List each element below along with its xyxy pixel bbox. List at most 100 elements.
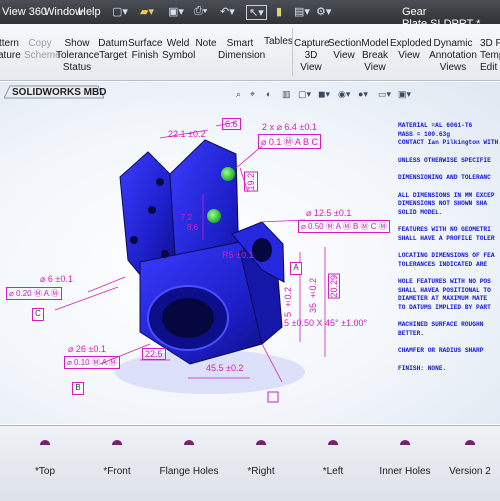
datum-b[interactable]: B xyxy=(72,382,84,395)
note-line: FEATURES WITH NO GEOMETRI xyxy=(398,226,491,233)
feature-control-frame[interactable]: ⌀ 0.10 Ⓜ A Ⓜ xyxy=(64,356,120,369)
open-folder-icon[interactable]: ▰▾ xyxy=(140,5,154,18)
tables-button[interactable]: Tables xyxy=(264,36,293,47)
view-inner-holes[interactable]: ⯊ Inner Holes xyxy=(375,426,435,501)
dimension-text[interactable]: ⌀ 6 ±0.1 xyxy=(40,274,73,285)
note-line: TO DATUMS IMPLIED BY PART xyxy=(398,303,491,311)
3d-pdf-template-editor-button[interactable]: 3D FTempEdit xyxy=(480,38,500,74)
note-line: MASS = 100.63g xyxy=(398,130,450,138)
note-line: DIAMETER AT MAXIMUM MATE xyxy=(398,295,488,302)
note-line: DIMENSIONS NOT SHOWN SHA xyxy=(398,200,488,207)
version-2-view-icon: ⯊ xyxy=(464,437,476,453)
datum-c[interactable]: C xyxy=(32,308,44,321)
dimension-text[interactable]: 22.1 ±0.2 xyxy=(168,129,205,139)
note-line: SHALL HAVE A PROFILE TOLER xyxy=(398,234,495,242)
note-line: BETTER. xyxy=(398,329,424,337)
show-tolerance-status-button[interactable]: Show Tolerance Status xyxy=(56,38,99,74)
general-notes[interactable]: MATERIAL =AL 6061-T6 MASS = 100.63g CONT… xyxy=(398,122,500,373)
view-label: *Front xyxy=(103,466,131,477)
feature-control-frame[interactable]: ⌀ 0.1 Ⓜ A B C xyxy=(258,134,321,149)
file-properties-icon[interactable]: ▤▾ xyxy=(294,5,310,18)
graphics-area[interactable]: SOLIDWORKS MBD ⌕ ⌖ ◐ ▥ ▢▾ ◼▾ ◉▾ ●▾ ▭▾ ▣▾ xyxy=(0,82,500,424)
highlighted-hole-lower[interactable] xyxy=(207,209,221,223)
save-icon[interactable]: ▣▾ xyxy=(168,5,184,18)
view-label: Flange Holes xyxy=(159,466,219,477)
view-label: *Top xyxy=(34,466,55,477)
feature-control-frame[interactable]: ⌀ 0.20 Ⓜ A Ⓜ xyxy=(6,287,62,300)
copy-scheme-button[interactable]: Copy Scheme xyxy=(24,38,61,62)
view-top[interactable]: ⯊ *Top xyxy=(15,426,75,501)
select-cursor-icon[interactable]: ↖▾ xyxy=(246,5,267,20)
note-line: SOLID MODEL. xyxy=(398,208,443,216)
note-line: UNLESS OTHERWISE SPECIFIE xyxy=(398,156,491,164)
feature-control-frame[interactable]: ⌀ 0.50 Ⓜ A Ⓜ B Ⓜ C Ⓜ xyxy=(298,220,390,233)
view-lock-icon xyxy=(267,391,279,403)
note-line: HOLE FEATURES WITH NO POS xyxy=(398,278,491,285)
right-view-icon: ⯊ xyxy=(255,437,267,453)
view-front[interactable]: ⯊ *Front xyxy=(87,426,147,501)
inner-holes-view-icon: ⯊ xyxy=(399,437,411,453)
dimension-text[interactable]: 45.5 ±0.2 xyxy=(206,363,243,373)
dimension-text[interactable]: 22.5 xyxy=(142,348,166,360)
dimension-text[interactable]: 5 ±0.50 X 45° ±1.00° xyxy=(284,318,367,328)
view-version-2[interactable]: ⯊ Version 2 xyxy=(440,426,500,501)
new-document-icon[interactable]: ▢▾ xyxy=(112,5,128,18)
note-line: DIMENSIONING AND TOLERANC xyxy=(398,174,491,181)
part-lug-hole[interactable] xyxy=(252,238,272,262)
surface-finish-button[interactable]: Surface Finish xyxy=(128,38,162,62)
dimension-text[interactable]: 7.2 xyxy=(181,213,192,222)
view-flange-holes[interactable]: ⯊ Flange Holes xyxy=(159,426,219,501)
front-view-icon: ⯊ xyxy=(111,437,123,453)
options-gear-icon[interactable]: ⚙▾ xyxy=(316,5,331,18)
smart-dimension-button[interactable]: Smart Dimension xyxy=(218,38,265,62)
note-line: FINISH: NONE. xyxy=(398,364,447,372)
dimension-text[interactable]: 19.2 xyxy=(244,172,258,192)
menu-view360[interactable]: View 360 xyxy=(2,6,47,18)
flange-hole[interactable] xyxy=(161,250,169,258)
flange-hole[interactable] xyxy=(156,178,164,186)
section-view-button[interactable]: Section View xyxy=(328,38,361,62)
view-label: *Right xyxy=(247,466,275,477)
note-line: LOCATING DIMENSIONS OF FEA xyxy=(398,252,495,259)
dimension-text[interactable]: 35 ±0.2 xyxy=(308,278,318,313)
capture-3d-view-button[interactable]: Capture 3D View xyxy=(294,38,330,74)
pattern-feature-button[interactable]: ttern ature xyxy=(0,38,21,62)
dimension-text[interactable]: ⌀ 12.5 ±0.1 xyxy=(306,208,351,219)
dimension-text[interactable]: 5 ±0.2 xyxy=(283,287,293,317)
note-line: CONTACT Ian Pilkington WITH A xyxy=(398,139,500,146)
menu-help[interactable]: Help xyxy=(78,6,101,18)
dimension-text[interactable]: 2 x ⌀ 6.4 ±0.1 xyxy=(262,122,317,133)
rebuild-icon[interactable]: ▮ xyxy=(276,5,282,18)
model-break-view-button[interactable]: Model Break View xyxy=(360,38,390,74)
note-line: SHALL HAVEA POSITIONAL TO xyxy=(398,286,491,294)
left-view-icon: ⯊ xyxy=(327,437,339,453)
highlighted-hole-upper[interactable] xyxy=(221,167,235,181)
dimension-text[interactable]: 20.29 xyxy=(328,274,340,299)
view-left[interactable]: ⯊ *Left xyxy=(303,426,363,501)
dimension-text[interactable]: 6.6 xyxy=(222,118,241,130)
weld-symbol-button[interactable]: Weld Symbol xyxy=(162,38,195,62)
ribbon-separator xyxy=(292,28,293,76)
view-right[interactable]: ⯊ *Right xyxy=(231,426,291,501)
note-line: CHAMFER OR RADIUS SHARP xyxy=(398,347,484,354)
note-button[interactable]: Note xyxy=(194,38,218,50)
datum-target-button[interactable]: Datum Target xyxy=(98,38,128,62)
dynamic-annotation-views-button[interactable]: Dynamic Annotation Views xyxy=(428,38,478,74)
exploded-view-button[interactable]: Exploded View xyxy=(390,38,432,62)
top-view-icon: ⯊ xyxy=(39,437,51,453)
datum-a[interactable]: A xyxy=(290,262,302,275)
flange-holes-view-icon: ⯊ xyxy=(183,437,195,453)
mbd-ribbon: ttern ature Copy Scheme Show Tolerance Statu… xyxy=(0,24,500,81)
view-label: Version 2 xyxy=(449,466,491,477)
print-icon[interactable]: ⎙▾ xyxy=(194,5,207,18)
dimension-text[interactable]: ⌀ 26 ±0.1 xyxy=(68,344,106,355)
flange-hole[interactable] xyxy=(148,206,156,214)
dimension-text[interactable]: R5 ±0.1 xyxy=(222,250,253,260)
flange-hole[interactable] xyxy=(130,236,138,244)
part-bore-inner xyxy=(162,298,214,338)
undo-icon[interactable]: ↶▾ xyxy=(220,5,235,18)
menubar: View 360 Window Help ▢▾ ▰▾ ▣▾ ⎙▾ ↶▾ ↖▾ ▮… xyxy=(0,0,500,30)
dimension-text[interactable]: 8.6 xyxy=(187,223,198,232)
note-line: MATERIAL =AL 6061-T6 xyxy=(398,122,473,129)
3d-views-bar: ⯊ *Top ⯊ *Front ⯊ Flange Holes ⯊ *Right … xyxy=(0,425,500,501)
